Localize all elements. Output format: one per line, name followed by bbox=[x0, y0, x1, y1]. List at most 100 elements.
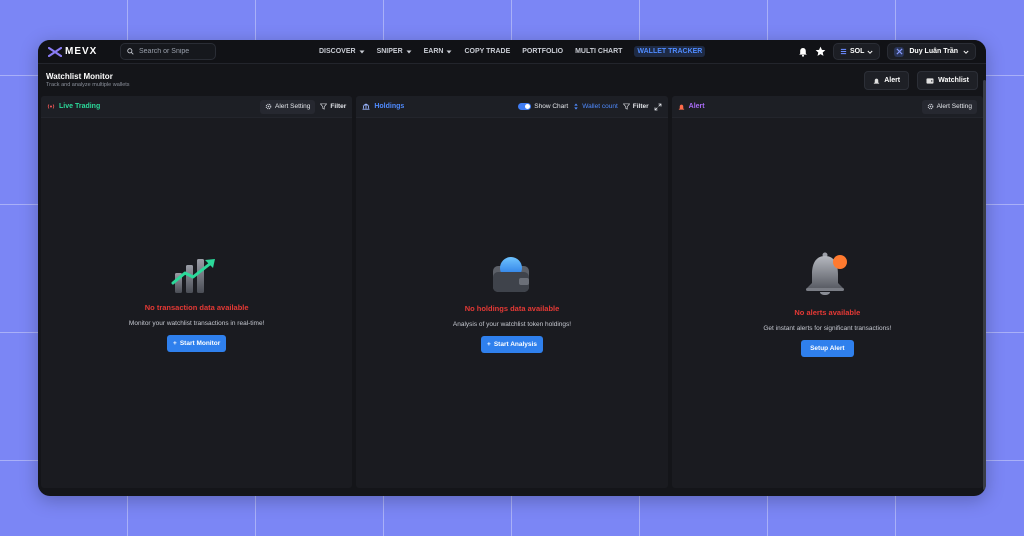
live-alert-setting-button[interactable]: Alert Setting bbox=[260, 99, 316, 114]
holdings-filter-button[interactable]: Filter bbox=[622, 103, 649, 110]
expand-icon[interactable] bbox=[654, 103, 662, 111]
live-empty-title: No transaction data available bbox=[144, 302, 249, 312]
alert-setting-button[interactable]: Alert Setting bbox=[921, 99, 977, 114]
alert-actions: Alert Setting bbox=[921, 99, 977, 114]
alert-setting-label: Alert Setting bbox=[936, 103, 972, 110]
broadcast-icon bbox=[47, 104, 55, 109]
show-chart-label: Show Chart bbox=[534, 103, 569, 110]
plus-icon: + bbox=[173, 339, 177, 347]
app-window: MEVX DISCOVER SNIPER EARN COPY TR bbox=[38, 40, 986, 496]
siren-icon bbox=[678, 104, 684, 110]
nav-copy-trade[interactable]: COPY TRADE bbox=[464, 48, 510, 55]
filter-icon bbox=[320, 103, 328, 110]
sort-icon bbox=[574, 103, 578, 110]
panels-container: Live Trading Alert Setting Filter No tra… bbox=[38, 96, 986, 488]
holdings-panel: Holdings Show Chart Wallet count Filter … bbox=[356, 96, 668, 488]
gear-icon bbox=[927, 103, 933, 110]
wallet-coin-icon bbox=[492, 256, 529, 292]
gear-icon bbox=[265, 103, 272, 110]
alert-title: Alert bbox=[678, 103, 705, 110]
main-nav: DISCOVER SNIPER EARN COPY TRADE PORTFOLI… bbox=[319, 46, 706, 57]
avatar bbox=[894, 46, 905, 57]
watchlist-button-label: Watchlist bbox=[938, 76, 969, 84]
scrollbar[interactable] bbox=[983, 80, 986, 490]
plus-icon: + bbox=[487, 340, 491, 348]
nav-earn-label: EARN bbox=[423, 48, 444, 55]
toggle-switch[interactable] bbox=[518, 103, 532, 110]
search-box[interactable] bbox=[120, 43, 216, 60]
page-title: Watchlist Monitor bbox=[46, 72, 113, 81]
chain-selector[interactable]: SOL bbox=[832, 43, 881, 60]
nav-discover-label: DISCOVER bbox=[319, 48, 356, 55]
nav-sniper-label: SNIPER bbox=[376, 48, 403, 55]
top-bar: MEVX DISCOVER SNIPER EARN COPY TR bbox=[38, 40, 986, 64]
holdings-empty-title: No holdings data available bbox=[464, 303, 560, 313]
live-filter-button[interactable]: Filter bbox=[320, 103, 346, 110]
nav-sniper[interactable]: SNIPER bbox=[377, 48, 412, 55]
nav-multi-chart[interactable]: MULTI CHART bbox=[575, 48, 622, 55]
chevron-down-icon bbox=[446, 50, 452, 53]
start-analysis-label: Start Analysis bbox=[493, 340, 537, 348]
filter-icon bbox=[622, 103, 630, 110]
logo-text: MEVX bbox=[65, 46, 98, 57]
live-trading-header: Live Trading Alert Setting Filter bbox=[41, 96, 353, 118]
holdings-empty-subtitle: Analysis of your watchlist token holding… bbox=[452, 320, 572, 328]
live-empty-subtitle: Monitor your watchlist transactions in r… bbox=[128, 319, 265, 327]
logo-icon bbox=[48, 46, 62, 57]
chain-label: SOL bbox=[849, 48, 865, 55]
nav-discover[interactable]: DISCOVER bbox=[319, 48, 365, 55]
nav-multi-chart-label: MULTI CHART bbox=[575, 48, 623, 55]
nav-portfolio-label: PORTFOLIO bbox=[522, 48, 564, 55]
user-name: Duy Luân Trần bbox=[909, 48, 958, 55]
start-monitor-label: Start Monitor bbox=[179, 339, 221, 347]
alert-empty-subtitle: Get instant alerts for significant trans… bbox=[763, 324, 892, 332]
chevron-down-icon bbox=[963, 50, 969, 54]
bank-icon bbox=[362, 103, 370, 110]
alert-button[interactable]: Alert bbox=[864, 70, 910, 90]
star-icon[interactable] bbox=[815, 46, 826, 57]
start-monitor-button[interactable]: + Start Monitor bbox=[167, 334, 227, 352]
live-trading-title-text: Live Trading bbox=[59, 103, 101, 110]
chevron-down-icon bbox=[359, 50, 365, 53]
nav-earn[interactable]: EARN bbox=[424, 48, 453, 55]
live-alert-setting-label: Alert Setting bbox=[275, 103, 311, 110]
holdings-filter-label: Filter bbox=[632, 103, 649, 110]
setup-alert-label: Setup Alert bbox=[810, 344, 845, 352]
start-analysis-button[interactable]: + Start Analysis bbox=[481, 335, 543, 353]
wallet-count-sort[interactable]: Wallet count bbox=[573, 103, 618, 110]
holdings-header: Holdings Show Chart Wallet count Filter bbox=[356, 96, 668, 118]
holdings-title: Holdings bbox=[362, 103, 404, 110]
wallet-count-label: Wallet count bbox=[582, 103, 618, 110]
show-chart-toggle[interactable]: Show Chart bbox=[518, 103, 568, 110]
alert-panel: Alert Alert Setting No alerts available … bbox=[671, 96, 983, 488]
nav-portfolio[interactable]: PORTFOLIO bbox=[522, 48, 563, 55]
chevron-down-icon bbox=[867, 50, 873, 54]
holdings-actions: Show Chart Wallet count Filter bbox=[518, 103, 662, 111]
chevron-down-icon bbox=[406, 50, 412, 53]
bell-icon[interactable] bbox=[798, 47, 808, 57]
live-trading-actions: Alert Setting Filter bbox=[260, 99, 346, 114]
solana-icon bbox=[840, 48, 847, 55]
nav-wallet-tracker-label: WALLET TRACKER bbox=[637, 48, 703, 55]
siren-icon bbox=[874, 78, 880, 84]
user-menu[interactable]: Duy Luân Trần bbox=[887, 43, 976, 60]
alert-button-label: Alert bbox=[884, 76, 901, 84]
live-trading-panel: Live Trading Alert Setting Filter No tra… bbox=[41, 96, 353, 488]
alert-header: Alert Alert Setting bbox=[671, 96, 983, 118]
bar-chart-growth-icon bbox=[171, 258, 215, 293]
live-trading-title: Live Trading bbox=[47, 103, 100, 110]
alert-empty-title: No alerts available bbox=[794, 307, 861, 317]
bell-notification-icon bbox=[806, 252, 848, 295]
search-icon bbox=[127, 48, 134, 55]
setup-alert-button[interactable]: Setup Alert bbox=[801, 339, 854, 357]
live-filter-label: Filter bbox=[330, 103, 347, 110]
nav-wallet-tracker[interactable]: WALLET TRACKER bbox=[634, 46, 706, 57]
watchlist-button[interactable]: Watchlist bbox=[917, 70, 978, 90]
search-input[interactable] bbox=[139, 48, 209, 55]
holdings-empty-state: No holdings data available Analysis of y… bbox=[356, 118, 667, 488]
header-actions: Alert Watchlist bbox=[864, 70, 978, 90]
user-logo-icon bbox=[896, 48, 903, 55]
logo[interactable]: MEVX bbox=[48, 46, 112, 57]
wallet-icon bbox=[926, 77, 934, 84]
alert-empty-state: No alerts available Get instant alerts f… bbox=[672, 118, 983, 488]
